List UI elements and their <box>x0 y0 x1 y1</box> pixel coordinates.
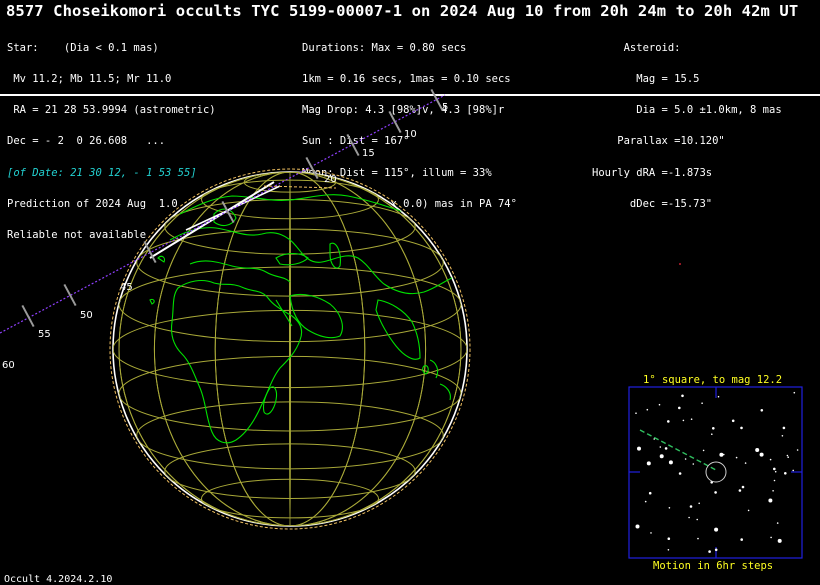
field-star <box>684 458 687 460</box>
field-star <box>692 463 695 465</box>
minute-label-50: 50 <box>80 310 93 321</box>
field-star <box>773 467 776 471</box>
finder-caption: Motion in 6hr steps <box>653 560 773 572</box>
field-star <box>773 479 776 482</box>
minute-tick <box>430 88 444 112</box>
field-star <box>712 427 715 430</box>
field-star <box>668 460 673 465</box>
field-star <box>702 449 705 452</box>
field-star <box>740 538 743 541</box>
field-star <box>637 446 641 451</box>
field-star <box>701 402 703 405</box>
field-star <box>796 449 799 451</box>
field-star <box>723 453 725 456</box>
field-star <box>644 500 647 503</box>
field-star <box>740 426 743 430</box>
finder-frame <box>628 386 803 559</box>
minute-label-45: 45 <box>120 282 133 293</box>
meridian-line <box>289 172 291 526</box>
field-star <box>667 537 671 540</box>
field-star <box>690 418 693 421</box>
finder-title: 1° square, to mag 12.2 <box>643 374 782 386</box>
field-star <box>759 452 764 457</box>
field-star <box>781 435 784 437</box>
field-star <box>776 522 779 524</box>
globe <box>109 168 471 530</box>
field-star <box>696 518 698 521</box>
field-star <box>777 538 782 543</box>
field-star <box>735 456 738 459</box>
field-star <box>717 395 720 398</box>
field-star <box>782 426 786 430</box>
software-version: Occult 4.2024.2.10 <box>4 574 113 585</box>
field-star <box>786 454 789 457</box>
field-star <box>708 550 711 553</box>
stray-mark <box>679 263 681 265</box>
field-star <box>681 394 684 398</box>
field-star <box>714 548 718 552</box>
field-star <box>760 409 764 412</box>
field-star <box>659 446 662 448</box>
field-star <box>741 485 745 489</box>
field-star <box>635 412 637 415</box>
field-star <box>774 470 777 473</box>
field-star <box>678 472 682 475</box>
field-star <box>646 461 651 466</box>
minute-label-20: 20 <box>324 174 337 185</box>
field-star <box>792 469 794 472</box>
field-star <box>747 509 750 512</box>
field-star <box>714 491 717 494</box>
field-star <box>689 505 693 508</box>
minute-label-10: 10 <box>404 129 417 140</box>
field-star <box>659 454 664 459</box>
field-star <box>697 537 699 540</box>
field-star <box>658 403 661 406</box>
field-star <box>784 472 787 475</box>
field-star <box>648 491 652 495</box>
field-star <box>678 406 681 410</box>
field-star <box>770 536 772 539</box>
field-star <box>664 447 668 450</box>
field-star <box>787 456 789 459</box>
field-star <box>682 419 685 422</box>
field-star <box>667 549 670 551</box>
field-star <box>768 498 773 503</box>
field-star <box>755 448 760 452</box>
field-star <box>646 408 649 411</box>
minute-label-15: 15 <box>362 148 375 159</box>
field-star <box>738 489 742 492</box>
field-star <box>667 420 670 423</box>
field-star <box>744 462 747 464</box>
field-star <box>650 532 652 534</box>
minute-tick <box>63 283 77 307</box>
field-star <box>772 490 774 492</box>
field-star <box>769 458 772 461</box>
field-star <box>698 502 700 505</box>
map-canvas: 5 10 15 20 45 50 55 60 1° square, to mag… <box>0 88 803 572</box>
minute-label-55: 55 <box>38 329 51 340</box>
finder-chart: 1° square, to mag 12.2 Motion in 6hr ste… <box>628 374 803 572</box>
field-star <box>688 516 690 519</box>
minute-tick <box>346 133 360 157</box>
field-star <box>711 433 713 436</box>
field-star <box>668 507 671 509</box>
minute-label-5: 5 <box>442 102 448 113</box>
field-star <box>714 527 719 532</box>
field-star <box>719 452 724 457</box>
minute-label-60: 60 <box>2 360 15 371</box>
field-star <box>731 419 735 423</box>
field-star <box>635 524 640 529</box>
field-star <box>793 391 796 394</box>
occultation-map: 8577 Choseikomori occults TYC 5199-00007… <box>0 0 820 585</box>
minute-tick <box>388 110 402 134</box>
